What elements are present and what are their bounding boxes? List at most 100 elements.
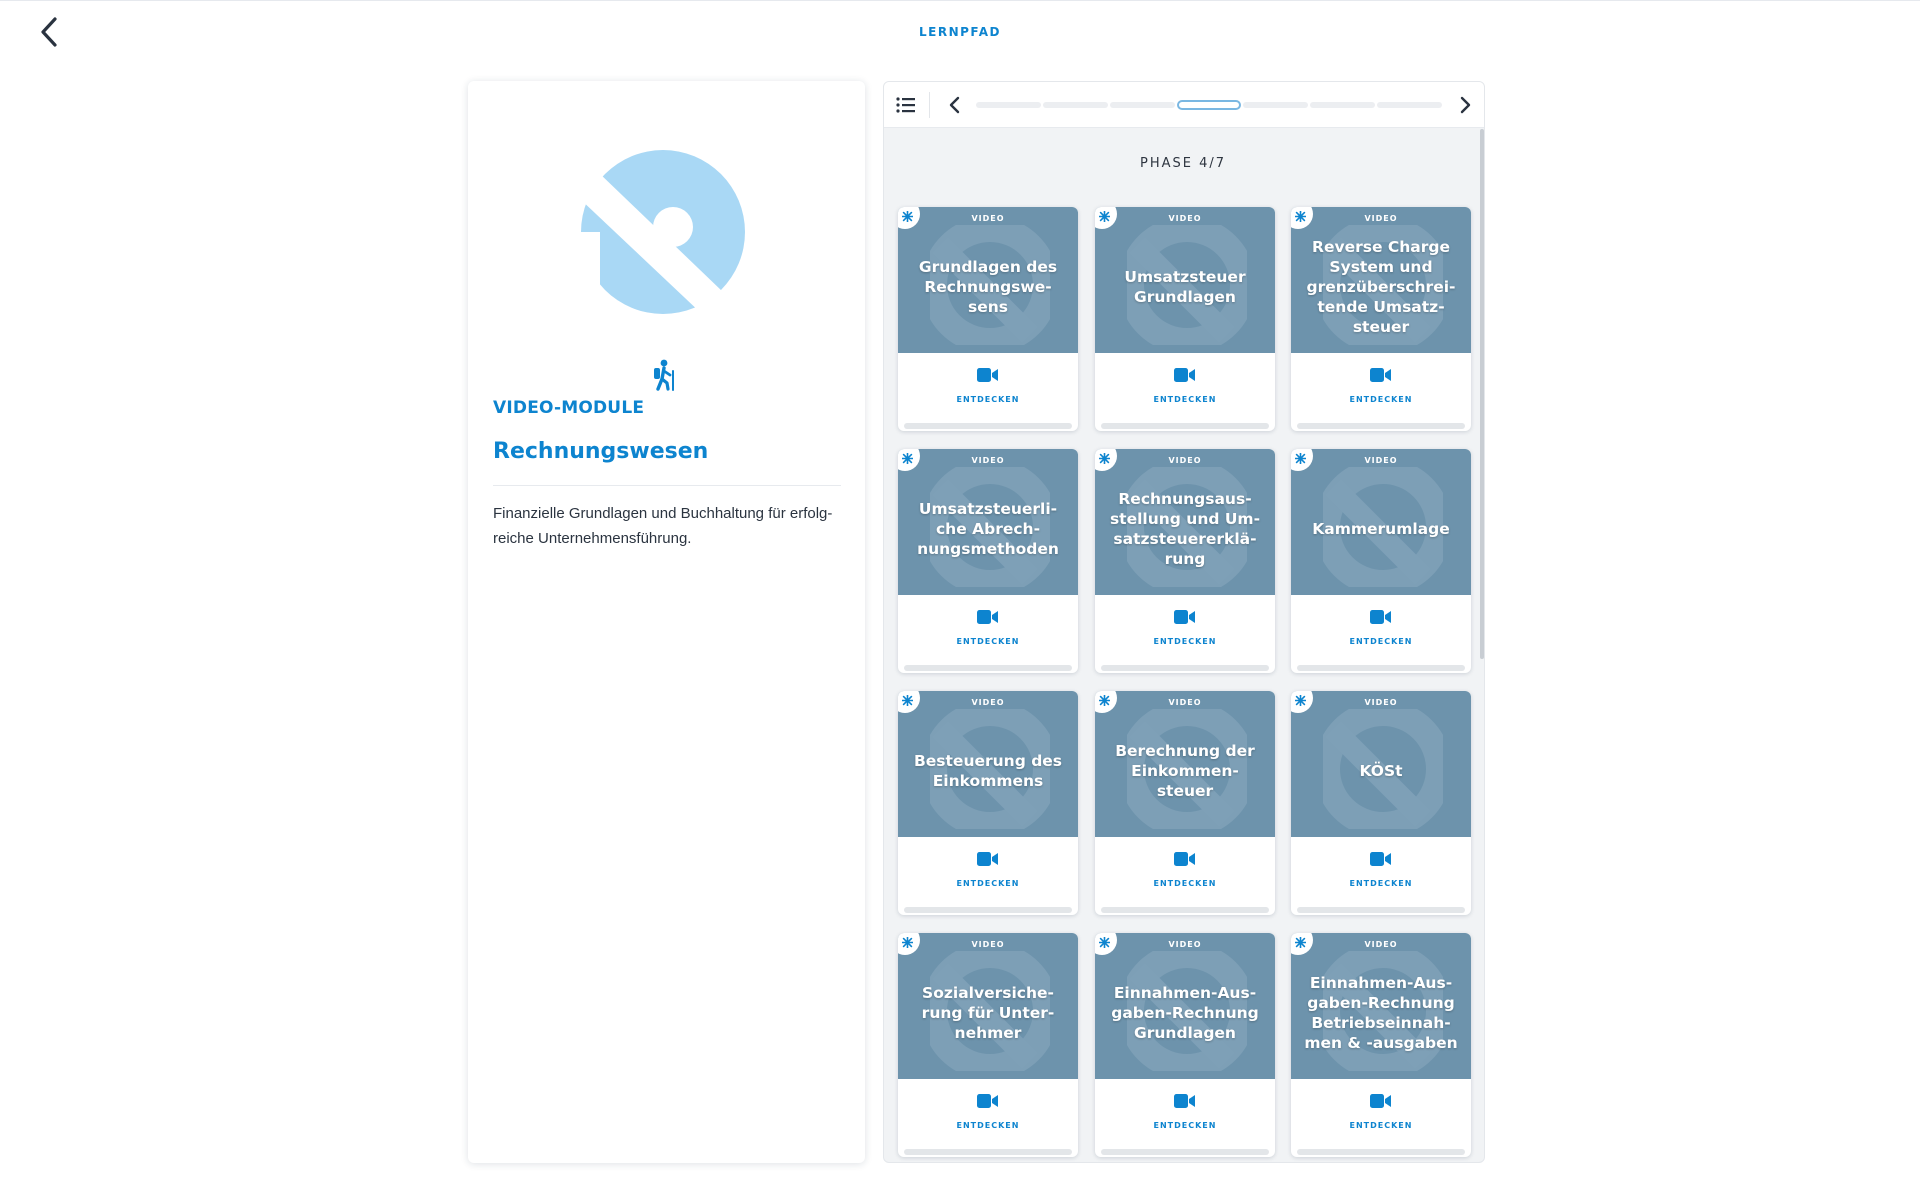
- module-card[interactable]: VIDEO Einnahmen-Aus-gaben-Rechnung Betri…: [1291, 933, 1471, 1157]
- card-progress-bar: [1101, 907, 1269, 913]
- card-action-label[interactable]: ENTDECKEN: [1291, 637, 1471, 646]
- card-header: VIDEO Umsatzsteuer Grundlagen: [1095, 207, 1275, 353]
- previous-phase-button[interactable]: [944, 93, 966, 117]
- card-progress-bar: [1101, 423, 1269, 429]
- card-header: VIDEO Reverse Charge System und grenzübe…: [1291, 207, 1471, 353]
- card-title: Kammerumlage: [1312, 520, 1450, 538]
- scrollbar-thumb[interactable]: [1480, 129, 1484, 659]
- phase-segment-4[interactable]: [1176, 100, 1242, 110]
- card-action-label[interactable]: ENTDECKEN: [1291, 1121, 1471, 1130]
- phase-segment-2[interactable]: [1042, 102, 1108, 108]
- card-title: Umsatzsteuerli-che Abrech-nungsmethoden: [917, 500, 1059, 558]
- card-footer: ENTDECKEN: [1291, 595, 1471, 665]
- card-footer: ENTDECKEN: [898, 1079, 1078, 1149]
- card-type-label: VIDEO: [971, 940, 1005, 949]
- phase-label: PHASE 4/7: [1139, 156, 1227, 171]
- card-type-label: VIDEO: [1168, 214, 1202, 223]
- card-type-label: VIDEO: [1364, 456, 1398, 465]
- card-title: Einnahmen-Aus-gaben-Rechnung Grundlagen: [1111, 984, 1259, 1042]
- card-progress-bar: [1101, 1149, 1269, 1155]
- phase-navigation: [884, 82, 1484, 128]
- card-footer: ENTDECKEN: [898, 353, 1078, 423]
- module-card[interactable]: VIDEO Umsatzsteuerli-che Abrech-nungsmet…: [898, 449, 1078, 673]
- card-progress-bar: [904, 1149, 1072, 1155]
- video-camera-icon: [1174, 852, 1195, 866]
- card-progress-bar: [1297, 423, 1465, 429]
- card-title: Reverse Charge System und grenzüberschre…: [1306, 238, 1456, 336]
- card-header: VIDEO Einnahmen-Aus-gaben-Rechnung Betri…: [1291, 933, 1471, 1079]
- module-card[interactable]: VIDEO Einnahmen-Aus-gaben-Rechnung Grund…: [1095, 933, 1275, 1157]
- video-camera-icon: [1174, 1094, 1195, 1108]
- module-info-panel: VIDEO-MODULE Rechnungswesen Finanzielle …: [468, 81, 865, 1163]
- card-type-label: VIDEO: [971, 214, 1005, 223]
- video-camera-icon: [1370, 368, 1391, 382]
- video-camera-icon: [977, 610, 998, 624]
- card-footer: ENTDECKEN: [898, 595, 1078, 665]
- card-action-label[interactable]: ENTDECKEN: [1095, 1121, 1275, 1130]
- card-title: KÖSt: [1359, 762, 1403, 780]
- card-action-label[interactable]: ENTDECKEN: [898, 1121, 1078, 1130]
- card-header: VIDEO Grundlagen des Rechnungswe-sens: [898, 207, 1078, 353]
- card-header: VIDEO Kammerumlage: [1291, 449, 1471, 595]
- page-title: LERNPFAD: [919, 25, 1001, 39]
- card-footer: ENTDECKEN: [1095, 837, 1275, 907]
- card-type-label: VIDEO: [1364, 214, 1398, 223]
- info-divider: [493, 485, 841, 486]
- card-type-label: VIDEO: [1364, 698, 1398, 707]
- card-footer: ENTDECKEN: [898, 837, 1078, 907]
- card-progress-bar: [1101, 665, 1269, 671]
- card-action-label[interactable]: ENTDECKEN: [898, 879, 1078, 888]
- phase-segment-6[interactable]: [1310, 102, 1376, 108]
- module-card[interactable]: VIDEO Kammerumlage ENTDECKEN: [1291, 449, 1471, 673]
- card-footer: ENTDECKEN: [1291, 837, 1471, 907]
- module-card[interactable]: VIDEO Berechnung der Einkommen-steuer EN…: [1095, 691, 1275, 915]
- phase-segment-5[interactable]: [1243, 102, 1309, 108]
- card-header: VIDEO Einnahmen-Aus-gaben-Rechnung Grund…: [1095, 933, 1275, 1079]
- card-action-label[interactable]: ENTDECKEN: [1095, 879, 1275, 888]
- card-action-label[interactable]: ENTDECKEN: [1095, 395, 1275, 404]
- video-camera-icon: [1370, 1094, 1391, 1108]
- module-card[interactable]: VIDEO Grundlagen des Rechnungswe-sens EN…: [898, 207, 1078, 431]
- phase-segment-1[interactable]: [976, 102, 1041, 108]
- card-header: VIDEO Besteuerung des Einkommens: [898, 691, 1078, 837]
- card-title: Umsatzsteuer Grundlagen: [1124, 268, 1246, 306]
- module-title: Rechnungswesen: [493, 439, 709, 464]
- card-title: Rechnungsaus-stellung und Um-satzsteuere…: [1109, 490, 1261, 568]
- module-card[interactable]: VIDEO Rechnungsaus-stellung und Um-satzs…: [1095, 449, 1275, 673]
- card-title: Besteuerung des Einkommens: [913, 752, 1063, 790]
- card-type-label: VIDEO: [971, 456, 1005, 465]
- module-description: Finanzielle Grundlagen und Buchhaltung f…: [493, 505, 833, 547]
- card-progress-bar: [904, 423, 1072, 429]
- card-action-label[interactable]: ENTDECKEN: [898, 395, 1078, 404]
- next-phase-button[interactable]: [1454, 93, 1476, 117]
- card-action-label[interactable]: ENTDECKEN: [1291, 395, 1471, 404]
- list-view-button[interactable]: [894, 93, 918, 117]
- card-footer: ENTDECKEN: [1095, 1079, 1275, 1149]
- top-divider: [0, 0, 1920, 1]
- module-card[interactable]: VIDEO Umsatzsteuer Grundlagen ENTDECKEN: [1095, 207, 1275, 431]
- card-header: VIDEO Sozialversiche-rung für Unter-nehm…: [898, 933, 1078, 1079]
- module-type-label: VIDEO-MODULE: [493, 398, 645, 418]
- card-action-label[interactable]: ENTDECKEN: [1095, 637, 1275, 646]
- video-camera-icon: [977, 1094, 998, 1108]
- brand-logo-icon: [578, 150, 745, 317]
- card-type-label: VIDEO: [1364, 940, 1398, 949]
- card-title: Einnahmen-Aus-gaben-Rechnung Betriebsein…: [1304, 974, 1458, 1052]
- module-card[interactable]: VIDEO KÖSt ENTDECKEN: [1291, 691, 1471, 915]
- card-action-label[interactable]: ENTDECKEN: [1291, 879, 1471, 888]
- card-header: VIDEO Berechnung der Einkommen-steuer: [1095, 691, 1275, 837]
- card-progress-bar: [1297, 1149, 1465, 1155]
- card-action-label[interactable]: ENTDECKEN: [898, 637, 1078, 646]
- module-card[interactable]: VIDEO Besteuerung des Einkommens ENTDECK…: [898, 691, 1078, 915]
- card-title: Berechnung der Einkommen-steuer: [1115, 742, 1255, 800]
- card-type-label: VIDEO: [1168, 456, 1202, 465]
- list-icon: [896, 97, 915, 113]
- card-title: Sozialversiche-rung für Unter-nehmer: [921, 984, 1055, 1042]
- card-footer: ENTDECKEN: [1291, 1079, 1471, 1149]
- card-header: VIDEO Rechnungsaus-stellung und Um-satzs…: [1095, 449, 1275, 595]
- module-card[interactable]: VIDEO Reverse Charge System und grenzübe…: [1291, 207, 1471, 431]
- phase-segment-7[interactable]: [1377, 102, 1442, 108]
- video-camera-icon: [1370, 852, 1391, 866]
- module-card[interactable]: VIDEO Sozialversiche-rung für Unter-nehm…: [898, 933, 1078, 1157]
- phase-segment-3[interactable]: [1109, 102, 1175, 108]
